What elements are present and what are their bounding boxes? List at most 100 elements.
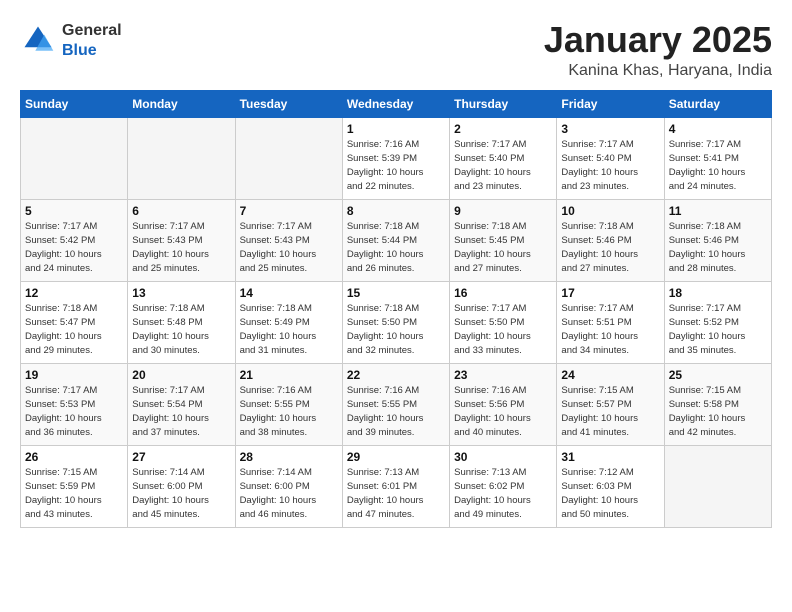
day-number: 28	[240, 450, 338, 464]
day-number: 17	[561, 286, 659, 300]
day-info: Sunrise: 7:18 AM Sunset: 5:46 PM Dayligh…	[669, 220, 767, 277]
logo-text-general: General	[62, 22, 122, 39]
calendar-cell: 18 Sunrise: 7:17 AM Sunset: 5:52 PM Dayli…	[664, 281, 771, 363]
calendar-cell: 14Sunrise: 7:18 AM Sunset: 5:49 PM Dayli…	[235, 281, 342, 363]
day-number: 6	[132, 204, 230, 218]
day-number: 13	[132, 286, 230, 300]
calendar-cell: 4Sunrise: 7:17 AM Sunset: 5:41 PM Daylig…	[664, 117, 771, 199]
day-header-wednesday: Wednesday	[342, 90, 449, 117]
day-info: Sunrise: 7:17 AM Sunset: 5:42 PM Dayligh…	[25, 220, 123, 277]
calendar-cell: 12Sunrise: 7:18 AM Sunset: 5:47 PM Dayli…	[21, 281, 128, 363]
calendar-cell: 20 Sunrise: 7:17 AM Sunset: 5:54 PM Dayli…	[128, 363, 235, 445]
day-info: Sunrise: 7:16 AM Sunset: 5:56 PM Dayligh…	[454, 384, 552, 441]
day-info: Sunrise: 7:15 AM Sunset: 5:59 PM Dayligh…	[25, 466, 123, 523]
day-number: 16	[454, 286, 552, 300]
day-number: 14	[240, 286, 338, 300]
calendar-cell: 15 Sunrise: 7:18 AM Sunset: 5:50 PM Dayli…	[342, 281, 449, 363]
day-number: 8	[347, 204, 445, 218]
title-block: January 2025 Kanina Khas, Haryana, India	[544, 20, 772, 80]
logo-icon	[20, 22, 56, 58]
day-info: Sunrise: 7:17 AM Sunset: 5:50 PM Dayligh…	[454, 302, 552, 359]
day-info: Sunrise: 7:17 AM Sunset: 5:40 PM Dayligh…	[561, 138, 659, 195]
calendar-table: SundayMondayTuesdayWednesdayThursdayFrid…	[20, 90, 772, 528]
calendar-cell	[235, 117, 342, 199]
calendar-cell: 8 Sunrise: 7:18 AM Sunset: 5:44 PM Daylig…	[342, 199, 449, 281]
day-info: Sunrise: 7:18 AM Sunset: 5:46 PM Dayligh…	[561, 220, 659, 277]
calendar-cell: 1 Sunrise: 7:16 AM Sunset: 5:39 PM Daylig…	[342, 117, 449, 199]
calendar-cell	[664, 445, 771, 527]
day-number: 11	[669, 204, 767, 218]
calendar-cell: 27 Sunrise: 7:14 AM Sunset: 6:00 PM Dayli…	[128, 445, 235, 527]
day-number: 9	[454, 204, 552, 218]
calendar-subtitle: Kanina Khas, Haryana, India	[544, 62, 772, 80]
calendar-cell: 29Sunrise: 7:13 AM Sunset: 6:01 PM Dayli…	[342, 445, 449, 527]
day-number: 22	[347, 368, 445, 382]
day-number: 24	[561, 368, 659, 382]
calendar-cell: 2 Sunrise: 7:17 AM Sunset: 5:40 PM Daylig…	[450, 117, 557, 199]
week-row-3: 12Sunrise: 7:18 AM Sunset: 5:47 PM Dayli…	[21, 281, 772, 363]
day-number: 7	[240, 204, 338, 218]
day-info: Sunrise: 7:17 AM Sunset: 5:52 PM Dayligh…	[669, 302, 767, 359]
calendar-cell	[21, 117, 128, 199]
calendar-cell: 24 Sunrise: 7:15 AM Sunset: 5:57 PM Dayli…	[557, 363, 664, 445]
day-info: Sunrise: 7:17 AM Sunset: 5:43 PM Dayligh…	[240, 220, 338, 277]
day-info: Sunrise: 7:18 AM Sunset: 5:50 PM Dayligh…	[347, 302, 445, 359]
calendar-cell: 16 Sunrise: 7:17 AM Sunset: 5:50 PM Dayli…	[450, 281, 557, 363]
day-info: Sunrise: 7:15 AM Sunset: 5:57 PM Dayligh…	[561, 384, 659, 441]
calendar-cell: 10 Sunrise: 7:18 AM Sunset: 5:46 PM Dayli…	[557, 199, 664, 281]
day-info: Sunrise: 7:15 AM Sunset: 5:58 PM Dayligh…	[669, 384, 767, 441]
day-header-saturday: Saturday	[664, 90, 771, 117]
day-info: Sunrise: 7:14 AM Sunset: 6:00 PM Dayligh…	[240, 466, 338, 523]
day-info: Sunrise: 7:17 AM Sunset: 5:53 PM Dayligh…	[25, 384, 123, 441]
calendar-cell: 5 Sunrise: 7:17 AM Sunset: 5:42 PM Daylig…	[21, 199, 128, 281]
day-info: Sunrise: 7:18 AM Sunset: 5:44 PM Dayligh…	[347, 220, 445, 277]
calendar-cell: 9Sunrise: 7:18 AM Sunset: 5:45 PM Daylig…	[450, 199, 557, 281]
day-info: Sunrise: 7:16 AM Sunset: 5:39 PM Dayligh…	[347, 138, 445, 195]
day-number: 18	[669, 286, 767, 300]
week-row-1: 1 Sunrise: 7:16 AM Sunset: 5:39 PM Daylig…	[21, 117, 772, 199]
day-number: 19	[25, 368, 123, 382]
day-info: Sunrise: 7:17 AM Sunset: 5:41 PM Dayligh…	[669, 138, 767, 195]
calendar-cell: 28 Sunrise: 7:14 AM Sunset: 6:00 PM Dayli…	[235, 445, 342, 527]
day-info: Sunrise: 7:12 AM Sunset: 6:03 PM Dayligh…	[561, 466, 659, 523]
day-number: 23	[454, 368, 552, 382]
day-number: 26	[25, 450, 123, 464]
day-number: 1	[347, 122, 445, 136]
day-info: Sunrise: 7:13 AM Sunset: 6:02 PM Dayligh…	[454, 466, 552, 523]
day-number: 5	[25, 204, 123, 218]
calendar-cell: 17 Sunrise: 7:17 AM Sunset: 5:51 PM Dayli…	[557, 281, 664, 363]
calendar-cell: 30 Sunrise: 7:13 AM Sunset: 6:02 PM Dayli…	[450, 445, 557, 527]
day-header-friday: Friday	[557, 90, 664, 117]
logo: General Blue	[20, 20, 122, 60]
day-number: 15	[347, 286, 445, 300]
calendar-cell	[128, 117, 235, 199]
day-number: 2	[454, 122, 552, 136]
day-number: 21	[240, 368, 338, 382]
day-info: Sunrise: 7:14 AM Sunset: 6:00 PM Dayligh…	[132, 466, 230, 523]
calendar-cell: 25Sunrise: 7:15 AM Sunset: 5:58 PM Dayli…	[664, 363, 771, 445]
day-info: Sunrise: 7:18 AM Sunset: 5:47 PM Dayligh…	[25, 302, 123, 359]
day-number: 20	[132, 368, 230, 382]
day-number: 3	[561, 122, 659, 136]
day-header-monday: Monday	[128, 90, 235, 117]
calendar-cell: 26 Sunrise: 7:15 AM Sunset: 5:59 PM Dayli…	[21, 445, 128, 527]
week-row-5: 26 Sunrise: 7:15 AM Sunset: 5:59 PM Dayli…	[21, 445, 772, 527]
day-info: Sunrise: 7:17 AM Sunset: 5:40 PM Dayligh…	[454, 138, 552, 195]
day-number: 10	[561, 204, 659, 218]
week-row-2: 5 Sunrise: 7:17 AM Sunset: 5:42 PM Daylig…	[21, 199, 772, 281]
calendar-cell: 13Sunrise: 7:18 AM Sunset: 5:48 PM Dayli…	[128, 281, 235, 363]
day-info: Sunrise: 7:16 AM Sunset: 5:55 PM Dayligh…	[347, 384, 445, 441]
calendar-cell: 7 Sunrise: 7:17 AM Sunset: 5:43 PM Daylig…	[235, 199, 342, 281]
day-number: 27	[132, 450, 230, 464]
day-info: Sunrise: 7:16 AM Sunset: 5:55 PM Dayligh…	[240, 384, 338, 441]
day-number: 31	[561, 450, 659, 464]
day-number: 30	[454, 450, 552, 464]
day-info: Sunrise: 7:17 AM Sunset: 5:51 PM Dayligh…	[561, 302, 659, 359]
logo-text-blue: Blue	[62, 42, 97, 59]
day-info: Sunrise: 7:13 AM Sunset: 6:01 PM Dayligh…	[347, 466, 445, 523]
day-header-thursday: Thursday	[450, 90, 557, 117]
week-row-4: 19 Sunrise: 7:17 AM Sunset: 5:53 PM Dayli…	[21, 363, 772, 445]
day-info: Sunrise: 7:17 AM Sunset: 5:54 PM Dayligh…	[132, 384, 230, 441]
day-info: Sunrise: 7:17 AM Sunset: 5:43 PM Dayligh…	[132, 220, 230, 277]
day-header-sunday: Sunday	[21, 90, 128, 117]
